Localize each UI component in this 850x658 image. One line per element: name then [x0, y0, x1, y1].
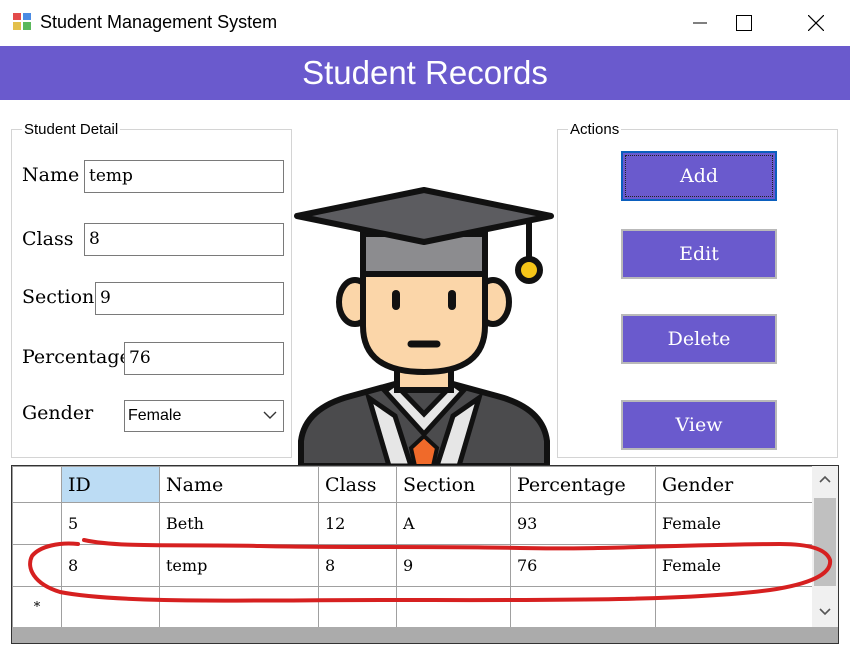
- percentage-input[interactable]: 76: [124, 342, 284, 375]
- new-row-cell[interactable]: [61, 586, 160, 629]
- cell-class[interactable]: 8: [318, 544, 397, 587]
- cell-section[interactable]: 9: [396, 544, 511, 587]
- app-icon: [13, 13, 31, 30]
- grid-header-row: ID Name Class Section Percentage Gender: [12, 466, 813, 503]
- maximize-icon: [736, 15, 752, 31]
- row-header-cell[interactable]: [12, 502, 62, 545]
- cell-percentage[interactable]: 76: [510, 544, 656, 587]
- column-header-class[interactable]: Class: [318, 466, 397, 503]
- cell-gender[interactable]: Female: [655, 544, 813, 587]
- cell-class[interactable]: 12: [318, 502, 397, 545]
- view-button[interactable]: View: [621, 400, 777, 450]
- column-header-section[interactable]: Section: [396, 466, 511, 503]
- new-row-cell[interactable]: [655, 586, 813, 629]
- row-header-cell[interactable]: [12, 544, 62, 587]
- new-row-cell[interactable]: [159, 586, 319, 629]
- header-banner: Student Records: [0, 46, 850, 100]
- section-input[interactable]: 9: [95, 282, 284, 315]
- scroll-up-icon[interactable]: [819, 475, 831, 483]
- cell-percentage[interactable]: 93: [510, 502, 656, 545]
- close-button[interactable]: [786, 0, 846, 46]
- new-row-marker: *: [12, 586, 62, 629]
- scrollbar-thumb[interactable]: [814, 498, 836, 586]
- cell-name[interactable]: Beth: [159, 502, 319, 545]
- cell-id[interactable]: 8: [61, 544, 160, 587]
- actions-legend: Actions: [570, 121, 620, 138]
- close-icon: [808, 15, 824, 31]
- maximize-button[interactable]: [714, 0, 774, 46]
- vertical-scrollbar[interactable]: [812, 466, 838, 628]
- new-row-cell[interactable]: [318, 586, 397, 629]
- add-button[interactable]: Add: [621, 151, 777, 201]
- new-row[interactable]: *: [12, 586, 813, 629]
- table-row[interactable]: 5 Beth 12 A 93 Female: [12, 502, 813, 545]
- page-title: Student Records: [302, 54, 548, 91]
- section-label: Section: [22, 286, 95, 308]
- grid-corner-cell[interactable]: [12, 466, 62, 503]
- cell-name[interactable]: temp: [159, 544, 319, 587]
- gender-selected-value: Female: [128, 407, 182, 424]
- table-row[interactable]: 8 temp 8 9 76 Female: [12, 544, 813, 587]
- name-label: Name: [22, 164, 80, 186]
- column-header-name[interactable]: Name: [159, 466, 319, 503]
- window-title: Student Management System: [40, 12, 278, 32]
- percentage-label: Percentage: [22, 346, 131, 368]
- gender-label: Gender: [22, 402, 94, 424]
- student-data-grid[interactable]: ID Name Class Section Percentage Gender …: [11, 465, 839, 644]
- title-bar: Student Management System: [0, 0, 850, 46]
- graduate-student-illustration: [294, 187, 554, 466]
- new-row-cell[interactable]: [510, 586, 656, 629]
- cell-gender[interactable]: Female: [655, 502, 813, 545]
- column-header-gender[interactable]: Gender: [655, 466, 813, 503]
- minimize-icon: [693, 22, 707, 24]
- column-header-id[interactable]: ID: [61, 466, 160, 503]
- delete-button[interactable]: Delete: [621, 314, 777, 364]
- cell-section[interactable]: A: [396, 502, 511, 545]
- chevron-down-icon: [263, 411, 277, 419]
- column-header-percentage[interactable]: Percentage: [510, 466, 656, 503]
- name-input[interactable]: temp: [84, 160, 284, 193]
- student-detail-legend: Student Detail: [24, 121, 119, 138]
- grid-table: ID Name Class Section Percentage Gender …: [12, 466, 813, 629]
- new-row-cell[interactable]: [396, 586, 511, 629]
- gender-select[interactable]: Female: [124, 400, 284, 432]
- cell-id[interactable]: 5: [61, 502, 160, 545]
- class-input[interactable]: 8: [84, 223, 284, 256]
- horizontal-scrollbar-area: [12, 627, 838, 643]
- scroll-down-icon[interactable]: [819, 608, 831, 616]
- edit-button[interactable]: Edit: [621, 229, 777, 279]
- class-label: Class: [22, 228, 74, 250]
